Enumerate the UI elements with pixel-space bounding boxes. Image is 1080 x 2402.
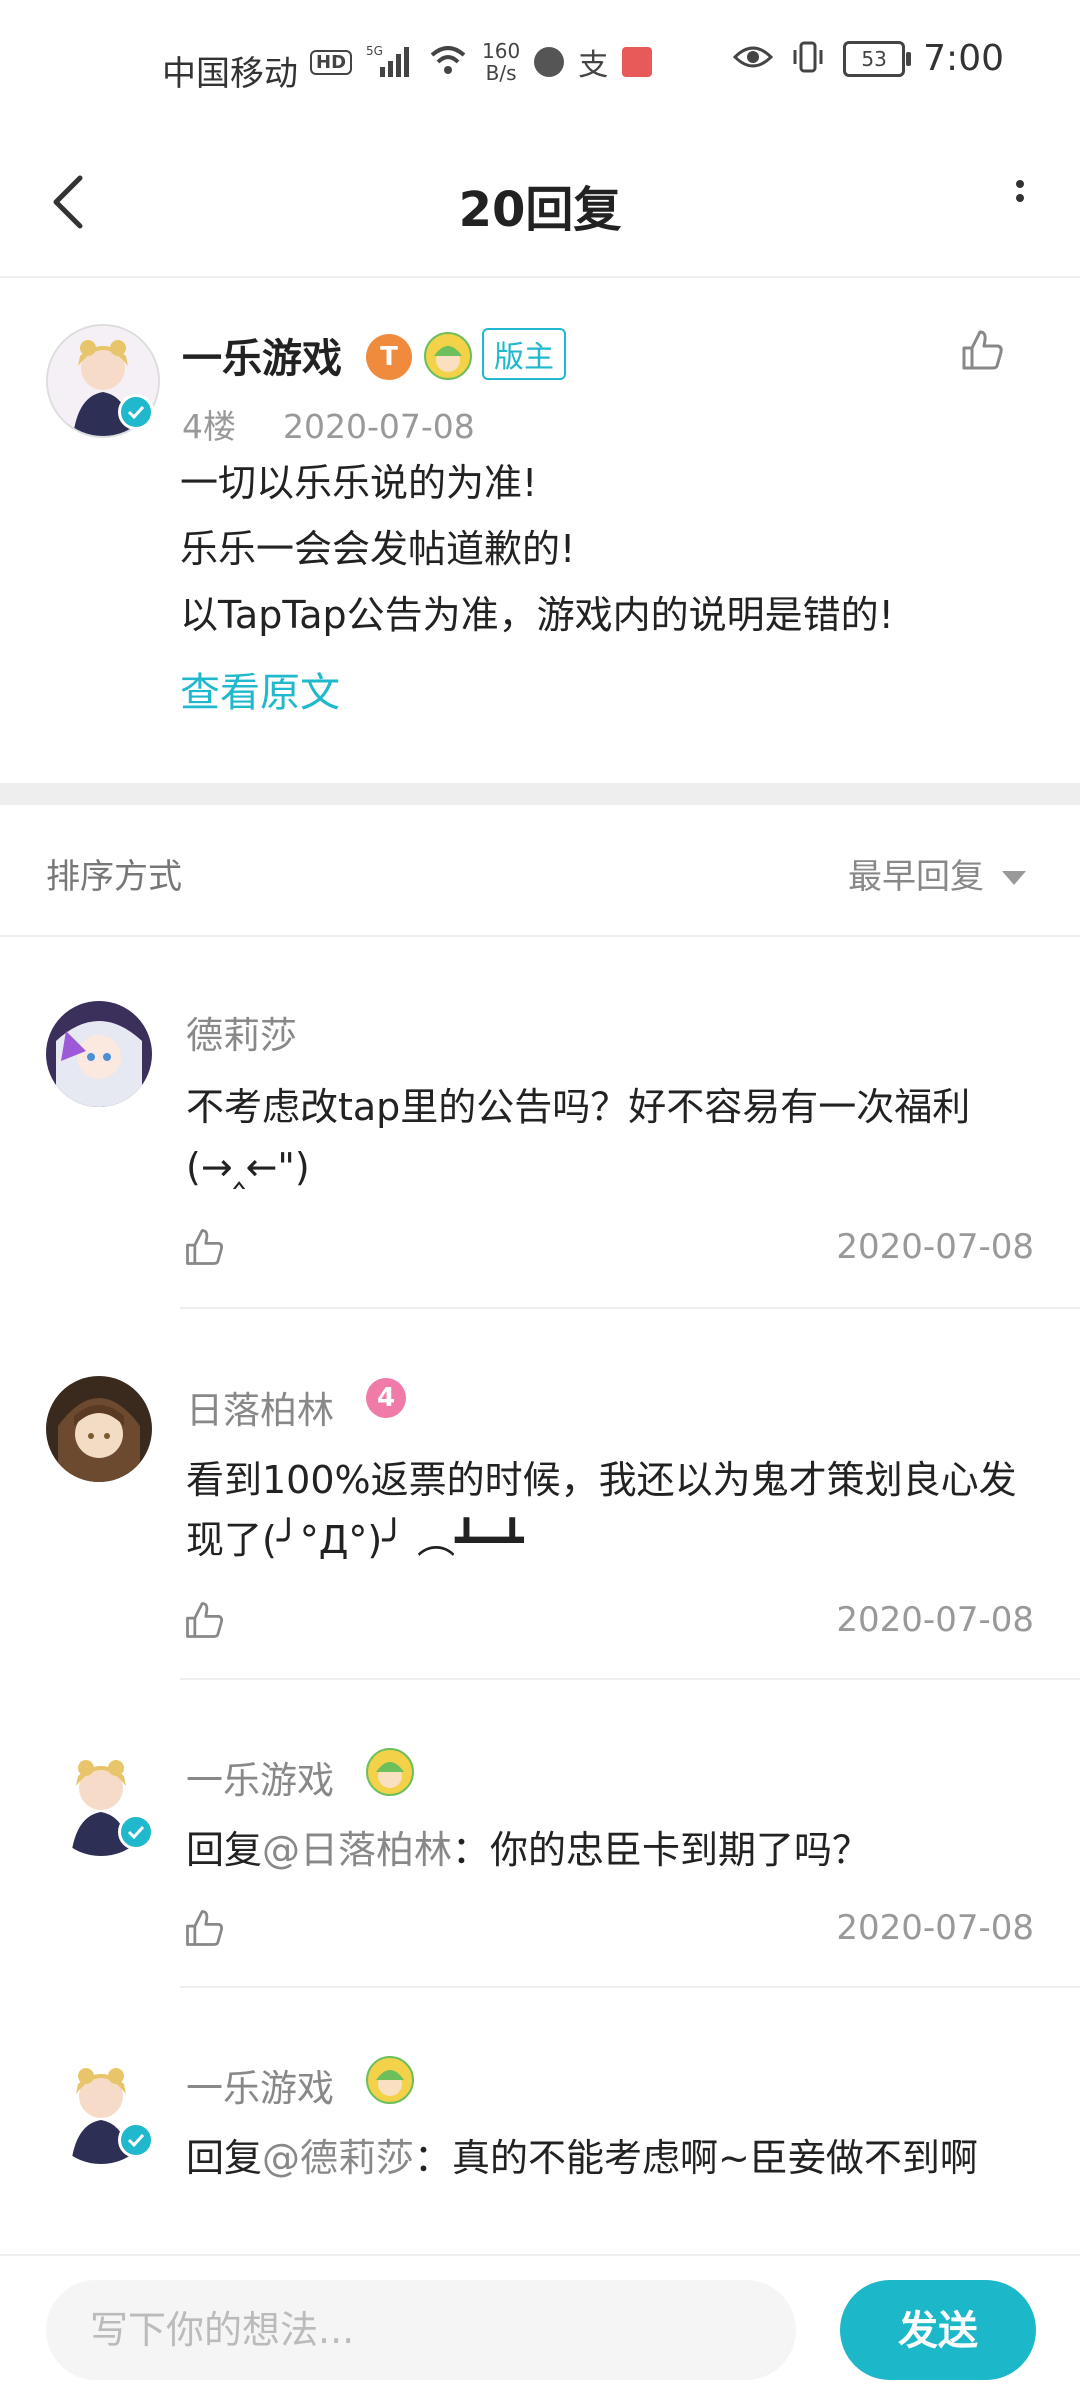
view-original-link[interactable]: 查看原文 (180, 660, 340, 718)
wifi-icon (428, 43, 468, 81)
section-divider (0, 783, 1080, 805)
floor-label: 4楼 (182, 407, 236, 446)
verified-icon (118, 1814, 154, 1850)
send-button[interactable]: 发送 (840, 2280, 1036, 2380)
sort-label: 排序方式 (46, 857, 182, 897)
post-line: 一切以乐乐说的为准! (180, 461, 538, 505)
comment-author-name[interactable]: 日落柏林 (186, 1380, 334, 1434)
app-header: 20回复 (0, 130, 1080, 278)
comment-item: 德莉莎 不考虑改tap里的公告吗？好不容易有一次福利(→‸←") 2020-07… (0, 935, 1080, 1310)
more-options-button[interactable] (1000, 174, 1040, 234)
comment-text: 回复@日落柏林：你的忠臣卡到期了吗？ (186, 1820, 1026, 1880)
comment-text: 回复@德莉莎：真的不能考虑啊~臣妾做不到啊 (186, 2128, 1026, 2188)
comment-input-container (46, 2280, 814, 2380)
eye-icon (733, 43, 774, 75)
divider (180, 1307, 1080, 1309)
comment-item: 日落柏林 4 看到100%返票的时候，我还以为鬼才策划良心发现了(╯°Д°)╯ … (0, 1310, 1080, 1680)
verified-icon (118, 394, 154, 430)
avatar[interactable] (46, 1376, 152, 1482)
post-meta: 4楼 2020-07-08 (182, 400, 475, 448)
like-icon[interactable] (958, 326, 1006, 378)
post-line: 乐乐一会会发帖道歉的! (180, 527, 576, 571)
like-icon[interactable] (182, 1906, 226, 1954)
clock: 7:00 (923, 38, 1004, 79)
sort-dropdown[interactable]: 最早回复 (848, 849, 984, 898)
comment-text: 看到100%返票的时候，我还以为鬼才策划良心发现了(╯°Д°)╯ ︵┻━┻ (186, 1458, 1017, 1562)
fan-badge-icon (424, 332, 472, 380)
carrier-label: 中国移动 (162, 54, 298, 94)
comment-date: 2020-07-08 (836, 1908, 1034, 1948)
page-title: 20回复 (458, 182, 622, 238)
post-date: 2020-07-08 (283, 407, 475, 446)
main-post: 一乐游戏 T 版主 4楼 2020-07-08 一切以乐乐说的为准! 乐乐一会会… (0, 278, 1080, 783)
reply-prefix: 回复 (186, 1828, 263, 1872)
verified-icon (118, 2122, 154, 2158)
reply-body: ：你的忠臣卡到期了吗？ (452, 1828, 871, 1872)
mention-link[interactable]: @德莉莎 (262, 2136, 414, 2180)
post-author-name[interactable]: 一乐游戏 (182, 326, 342, 384)
vibrate-icon (791, 40, 825, 78)
alipay-icon: 支 (578, 48, 609, 83)
like-icon[interactable] (182, 1225, 226, 1273)
status-bar: 中国移动 HD 5G 160 B/s 支 53 7:00 (0, 0, 1080, 130)
reply-body: ：真的不能考虑啊~臣妾做不到啊 (414, 2136, 978, 2180)
sort-bar: 排序方式 最早回复 (0, 805, 1080, 937)
comment-input[interactable] (46, 2280, 814, 2380)
comment-composer: 发送 (0, 2254, 1080, 2402)
comment-item: 一乐游戏 回复@德莉莎：真的不能考虑啊~臣妾做不到啊 (0, 1988, 1080, 2254)
signal-icon: 5G (366, 43, 414, 81)
fan-badge-icon (366, 2056, 414, 2104)
hd-icon: HD (310, 49, 353, 75)
more-dot (1016, 180, 1024, 188)
caret-down-icon[interactable] (1002, 871, 1026, 885)
post-line: 以TapTap公告为准，游戏内的说明是错的! (180, 593, 894, 637)
like-icon[interactable] (182, 1598, 226, 1646)
network-label: 5G (366, 44, 383, 58)
comment-author-name[interactable]: 一乐游戏 (186, 1750, 334, 1804)
user-level-badge: 4 (366, 1378, 406, 1418)
battery-icon: 53 (843, 40, 912, 77)
fan-badge-icon (366, 1748, 414, 1796)
user-level-badge: T (366, 334, 412, 380)
comment-author-name[interactable]: 一乐游戏 (186, 2058, 334, 2112)
comment-item: 一乐游戏 回复@日落柏林：你的忠臣卡到期了吗？ 2020-07-08 (0, 1680, 1080, 1988)
voice-assistant-icon (534, 47, 565, 77)
comment-date: 2020-07-08 (836, 1227, 1034, 1267)
post-body: 一切以乐乐说的为准! 乐乐一会会发帖道歉的! 以TapTap公告为准，游戏内的说… (180, 450, 894, 648)
comment-date: 2020-07-08 (836, 1600, 1034, 1640)
comment-text: 不考虑改tap里的公告吗？好不容易有一次福利(→‸←") (186, 1085, 971, 1189)
moderator-tag: 版主 (482, 328, 566, 380)
mention-link[interactable]: @日落柏林 (262, 1828, 452, 1872)
reply-prefix: 回复 (186, 2136, 263, 2180)
network-speed: 160 B/s (482, 39, 521, 85)
comment-author-name[interactable]: 德莉莎 (186, 1005, 297, 1059)
avatar[interactable] (46, 1001, 152, 1107)
more-dot (1016, 194, 1024, 202)
app-notification-icon (622, 47, 653, 77)
